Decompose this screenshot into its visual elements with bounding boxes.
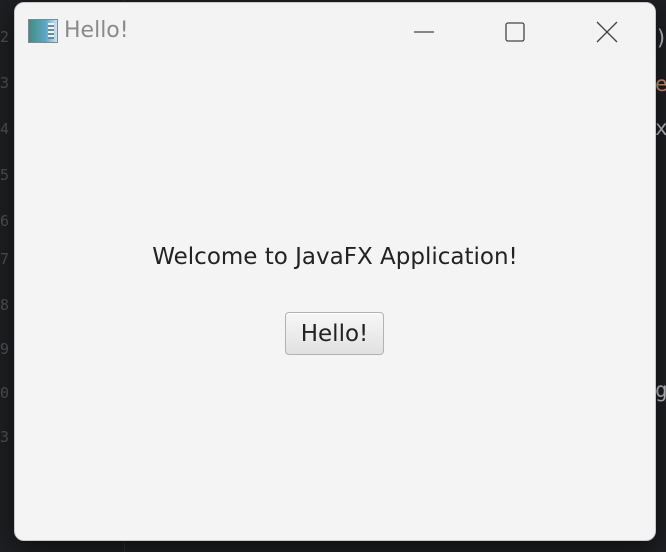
line-number: 9 — [0, 340, 10, 358]
java-app-icon — [28, 19, 58, 43]
code-fragment: ) — [655, 26, 666, 50]
line-number: 2 — [0, 28, 10, 46]
window-title: Hello! — [64, 18, 129, 43]
title-bar[interactable]: Hello! — [15, 3, 655, 61]
line-number: 3 — [0, 428, 10, 446]
line-number: 4 — [0, 120, 10, 138]
hello-button[interactable]: Hello! — [285, 312, 384, 355]
line-number: 8 — [0, 296, 10, 314]
line-number: 6 — [0, 212, 10, 230]
line-number: 7 — [0, 250, 10, 268]
maximize-icon — [505, 22, 525, 42]
code-fragment: x — [655, 116, 666, 140]
app-window: Hello! Welcome to JavaFX Application! He… — [14, 2, 656, 541]
welcome-label: Welcome to JavaFX Application! — [152, 244, 518, 270]
line-number: 0 — [0, 384, 10, 402]
code-fragment: g — [655, 378, 666, 402]
line-number: 3 — [0, 74, 10, 92]
close-button[interactable] — [584, 3, 630, 61]
line-number: 5 — [0, 166, 10, 184]
minimize-icon — [414, 31, 434, 33]
code-fragment: e — [655, 72, 666, 96]
close-icon — [596, 21, 618, 43]
minimize-button[interactable] — [401, 3, 447, 61]
maximize-button[interactable] — [492, 3, 538, 61]
window-content: Welcome to JavaFX Application! Hello! — [15, 61, 655, 540]
